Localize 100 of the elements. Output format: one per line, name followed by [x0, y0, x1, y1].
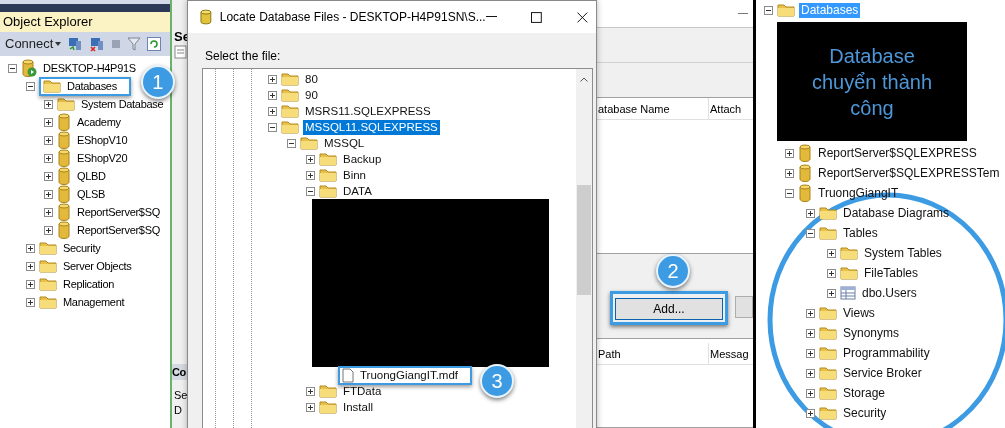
tree-item[interactable]: 90 — [303, 87, 320, 103]
tree-item[interactable]: Programmability — [841, 345, 932, 361]
tree-item[interactable]: Synonyms — [841, 325, 902, 341]
expand-toggle[interactable] — [26, 261, 35, 271]
expand-toggle[interactable] — [785, 148, 794, 158]
expand-toggle[interactable] — [306, 170, 315, 180]
expand-toggle[interactable] — [306, 154, 315, 164]
database-icon — [200, 9, 212, 25]
expand-toggle[interactable] — [44, 99, 53, 109]
scroll-thumb[interactable] — [577, 185, 591, 295]
folder-icon — [57, 97, 75, 111]
file-icon — [342, 367, 354, 383]
tree-item[interactable]: TruongGiangIT — [816, 185, 901, 201]
tree-item[interactable]: DATA — [341, 183, 374, 199]
tree-item[interactable]: Security — [61, 240, 103, 256]
expand-toggle[interactable] — [806, 388, 815, 398]
collapse-toggle[interactable] — [806, 228, 815, 238]
expand-toggle[interactable] — [306, 402, 315, 412]
expand-toggle[interactable] — [44, 135, 53, 145]
expand-toggle[interactable] — [806, 308, 815, 318]
tree-item[interactable]: MSSQL11.SQLEXPRESS — [303, 119, 440, 135]
tree-item[interactable]: TruongGiangIT.mdf — [358, 367, 460, 383]
tree-item[interactable]: EShopV10 — [75, 132, 130, 148]
column-header[interactable]: Attach — [709, 98, 753, 119]
collapse-toggle[interactable] — [287, 138, 296, 148]
folder-icon — [819, 226, 837, 240]
tree-item[interactable]: Server Objects — [61, 258, 134, 274]
tree-item[interactable]: MSRS11.SQLEXPRESS — [303, 103, 433, 119]
tree-item[interactable]: FileTables — [862, 265, 921, 281]
expand-toggle[interactable] — [44, 171, 53, 181]
tree-item[interactable]: MSSQL — [322, 135, 367, 151]
add-button[interactable]: Add... — [615, 298, 723, 320]
expand-toggle[interactable] — [26, 279, 35, 289]
connect-button[interactable]: Connect — [5, 34, 62, 54]
refresh-icon[interactable] — [147, 37, 162, 51]
tree-item[interactable]: EShopV20 — [75, 150, 130, 166]
expand-toggle[interactable] — [806, 408, 815, 418]
scroll-up-icon[interactable] — [580, 77, 588, 82]
tree-item[interactable]: Service Broker — [841, 365, 924, 381]
tree-item[interactable]: QLBD — [75, 168, 108, 184]
expand-toggle[interactable] — [44, 117, 53, 127]
collapse-toggle[interactable] — [26, 81, 35, 91]
expand-toggle[interactable] — [26, 243, 35, 253]
expand-toggle[interactable] — [806, 348, 815, 358]
tree-item[interactable]: ReportServer$SQLEXPRESS — [816, 145, 979, 161]
expand-toggle[interactable] — [806, 328, 815, 338]
tree-item[interactable]: DESKTOP-H4P91S — [41, 60, 138, 76]
expand-toggle[interactable] — [44, 189, 53, 199]
tree-item[interactable]: QLSB — [75, 186, 108, 202]
tree-item[interactable]: Tables — [841, 225, 880, 241]
collapse-toggle[interactable] — [764, 5, 773, 15]
expand-toggle[interactable] — [44, 225, 53, 235]
tree-item[interactable]: FTData — [341, 383, 384, 399]
tree-item[interactable]: Management — [61, 294, 127, 310]
tree-item[interactable]: System Database — [79, 96, 166, 112]
tree-item[interactable]: Replication — [61, 276, 117, 292]
expand-toggle[interactable] — [268, 90, 277, 100]
expand-toggle[interactable] — [26, 297, 35, 307]
tree-item[interactable]: Backup — [341, 151, 384, 167]
connect-icon[interactable] — [67, 36, 84, 52]
expand-toggle[interactable] — [268, 106, 277, 116]
collapse-toggle[interactable] — [8, 63, 17, 73]
tree-item[interactable]: Academy — [75, 114, 123, 130]
folder-icon — [39, 295, 57, 309]
tree-item[interactable]: Security — [841, 405, 889, 421]
expand-toggle[interactable] — [827, 248, 836, 258]
maximize-icon[interactable] — [531, 11, 543, 23]
tree-item[interactable]: Binn — [341, 167, 369, 183]
expand-toggle[interactable] — [827, 268, 836, 278]
expand-toggle[interactable] — [268, 74, 277, 84]
tree-item[interactable]: Views — [841, 305, 877, 321]
expand-toggle[interactable] — [44, 207, 53, 217]
collapse-toggle[interactable] — [268, 122, 277, 132]
caption-overlay: Database chuyển thành công — [777, 22, 967, 141]
scrollbar[interactable] — [576, 69, 592, 428]
tree-item[interactable]: ReportServer$SQ — [75, 222, 162, 238]
minimize-icon[interactable] — [485, 16, 498, 18]
collapse-toggle[interactable] — [785, 188, 794, 198]
disconnect-icon[interactable] — [89, 36, 106, 52]
expand-toggle[interactable] — [806, 368, 815, 378]
expand-toggle[interactable] — [306, 386, 315, 396]
column-header[interactable]: Messag — [709, 343, 753, 364]
tree-item[interactable]: System Tables — [862, 245, 944, 261]
expand-toggle[interactable] — [44, 153, 53, 163]
expand-toggle[interactable] — [806, 208, 815, 218]
expand-toggle[interactable] — [785, 168, 794, 178]
collapse-toggle[interactable] — [306, 186, 315, 196]
tree-item[interactable]: Install — [341, 399, 376, 415]
folder-icon — [281, 104, 299, 118]
tree-item[interactable]: ReportServer$SQ — [75, 204, 162, 220]
database-icon — [57, 221, 71, 239]
close-icon[interactable] — [577, 11, 588, 23]
dialog-text: D — [173, 403, 183, 418]
tree-item[interactable]: 80 — [303, 71, 320, 87]
filter-icon[interactable] — [127, 37, 142, 51]
tree-item[interactable]: Databases — [65, 78, 119, 94]
tree-item[interactable]: ReportServer$SQLEXPRESSTem — [816, 165, 1002, 181]
tree-item[interactable]: Storage — [841, 385, 888, 401]
expand-toggle[interactable] — [827, 288, 836, 298]
tree-item[interactable]: dbo.Users — [860, 285, 919, 301]
